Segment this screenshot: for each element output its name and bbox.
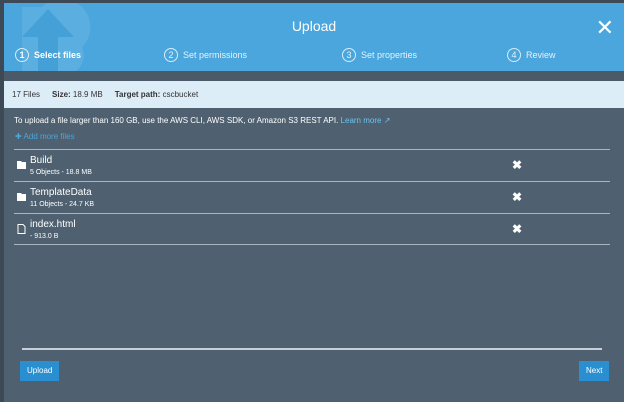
path-label: Target path:: [114, 90, 161, 99]
next-button[interactable]: Next: [579, 361, 610, 381]
plus-icon: ✚: [15, 132, 22, 141]
external-link-icon: ↗: [383, 116, 391, 125]
note-text: To upload a file larger than 160 GB, use…: [14, 116, 341, 125]
folder-icon: [17, 193, 26, 201]
step-select-files[interactable]: 1 Select files: [15, 48, 81, 62]
size-label: Size:: [52, 90, 71, 99]
step-review[interactable]: 4 Review: [507, 48, 556, 62]
modal-header: Upload ✕ 1 Select files 2 Set permissions …: [4, 3, 624, 71]
item-name: Build: [30, 155, 53, 166]
folder-icon: [17, 161, 26, 169]
step-label: Set properties: [361, 50, 418, 60]
file-list: Build 5 Objects - 18.8 MB ✖ TemplateData…: [14, 149, 610, 245]
step-number: 2: [164, 48, 178, 62]
step-set-permissions[interactable]: 2 Set permissions: [164, 48, 247, 62]
large-file-note: To upload a file larger than 160 GB, use…: [14, 116, 390, 125]
file-count: 17 Files: [12, 90, 41, 99]
step-label: Review: [526, 50, 556, 60]
item-meta: - 913.0 B: [30, 233, 59, 240]
step-set-properties[interactable]: 3 Set properties: [342, 48, 417, 62]
header-divider: [4, 71, 624, 81]
remove-icon[interactable]: ✖: [512, 158, 522, 172]
item-meta: 11 Objects - 24.7 KB: [30, 201, 95, 208]
step-number: 1: [15, 48, 29, 62]
size-value: 18.9 MB: [72, 90, 103, 99]
file-icon: [17, 224, 26, 234]
upload-summary: 17 Files Size: 18.9 MB Target path: cscb…: [4, 81, 624, 108]
list-item: index.html - 913.0 B ✖: [14, 213, 610, 245]
upload-button[interactable]: Upload: [20, 361, 60, 381]
list-item: Build 5 Objects - 18.8 MB ✖: [14, 149, 610, 181]
learn-more-label: Learn more: [340, 116, 382, 125]
path-value: cscbucket: [162, 90, 199, 99]
step-number: 3: [342, 48, 356, 62]
step-number: 4: [507, 48, 521, 62]
learn-more-link[interactable]: Learn more ↗: [341, 116, 391, 125]
close-icon[interactable]: ✕: [596, 17, 614, 39]
item-meta: 5 Objects - 18.8 MB: [30, 169, 92, 176]
remove-icon[interactable]: ✖: [512, 222, 522, 236]
step-label: Set permissions: [183, 50, 248, 60]
footer-divider: [22, 348, 602, 350]
modal-title: Upload: [291, 18, 337, 34]
add-more-label: Add more files: [23, 132, 75, 141]
remove-icon[interactable]: ✖: [512, 190, 522, 204]
list-item: TemplateData 11 Objects - 24.7 KB ✖: [14, 181, 610, 213]
step-label: Select files: [34, 50, 82, 60]
item-name: TemplateData: [30, 187, 92, 198]
add-more-files-button[interactable]: ✚ Add more files: [15, 132, 75, 141]
item-name: index.html: [30, 219, 76, 230]
